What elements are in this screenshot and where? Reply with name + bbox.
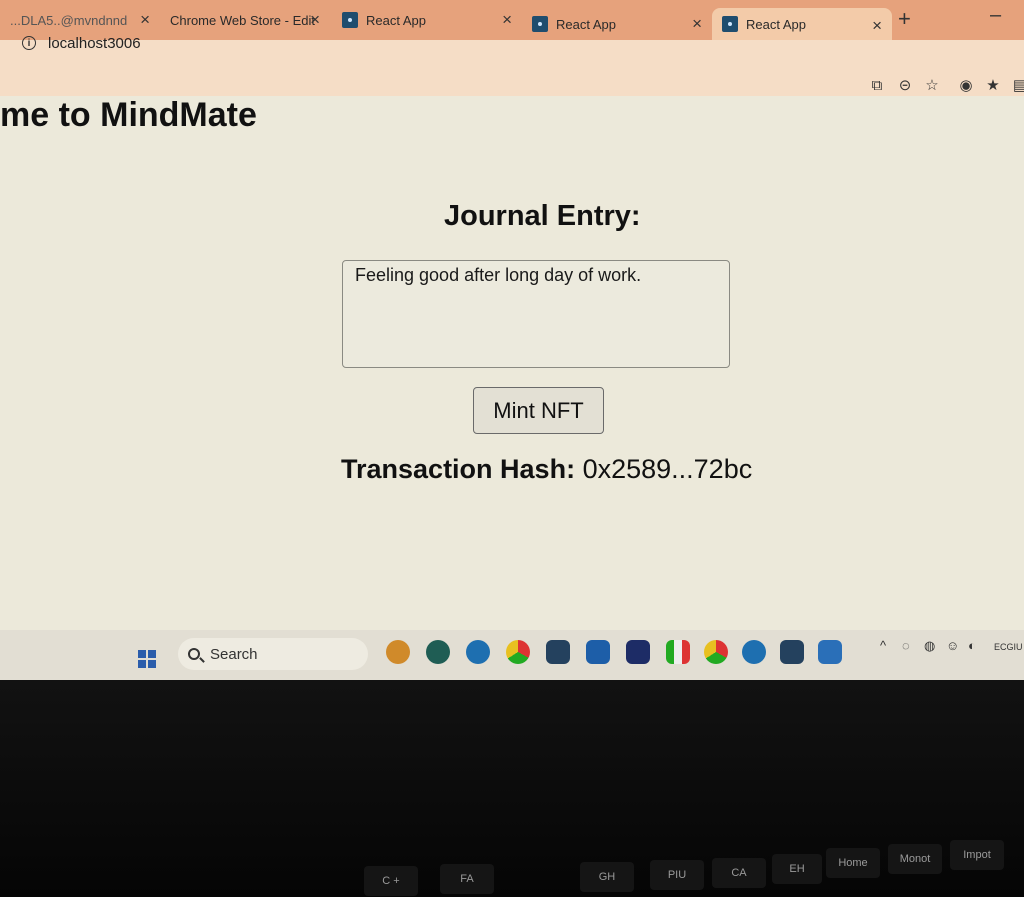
app-mail-icon[interactable] <box>586 640 610 664</box>
app-clock-icon[interactable] <box>426 640 450 664</box>
app-lotus-icon[interactable] <box>386 640 410 664</box>
transaction-hash-value: 0x2589...72bc <box>582 454 753 484</box>
app-compass-icon[interactable] <box>780 640 804 664</box>
key-5: FA <box>440 864 494 894</box>
tab-label: ...DLA5..@mvndnnd <box>10 12 128 28</box>
journal-entry-input[interactable]: Feeling good after long day of work. <box>342 260 730 368</box>
search-icon <box>188 648 200 660</box>
taskbar: Search ^ ◌ ◍ ☺ ◐ ECGIU <box>0 630 1024 680</box>
tab-close-icon[interactable]: × <box>692 14 702 34</box>
page-title: me to MindMate <box>0 96 257 134</box>
tab-label: React App <box>746 16 806 32</box>
key-1: Monot <box>888 844 942 874</box>
screen: ...DLA5..@mvndnnd × Chrome Web Store - E… <box>0 0 1024 680</box>
bookmark-star-icon[interactable]: ☆ <box>924 78 940 94</box>
tab-strip: ...DLA5..@mvndnnd × Chrome Web Store - E… <box>0 0 1024 40</box>
new-tab-button[interactable]: + <box>898 6 911 32</box>
tray-icon-4[interactable]: ◐ <box>968 638 976 653</box>
tray-icon-1[interactable]: ◌ <box>902 638 910 653</box>
key-4: GH <box>580 862 634 892</box>
minimize-button[interactable]: – <box>990 4 1001 27</box>
tab-close-icon[interactable]: × <box>140 10 150 30</box>
key-home: Home <box>826 848 880 878</box>
tab-2[interactable]: Chrome Web Store - Edit × <box>160 2 330 38</box>
sidebar-icon[interactable]: ▤ <box>1012 78 1024 94</box>
react-app-icon <box>342 12 358 28</box>
app-upload-icon[interactable] <box>466 640 490 664</box>
url-field[interactable]: localhost3006 <box>48 35 141 52</box>
chrome-icon[interactable] <box>506 640 530 664</box>
key-8: EH <box>772 854 822 884</box>
clock[interactable]: ECGIU <box>994 642 1023 652</box>
tray-icon-2[interactable]: ◍ <box>924 638 935 654</box>
tab-1[interactable]: ...DLA5..@mvndnnd × <box>0 2 160 38</box>
tab-label: Chrome Web Store - Edit <box>170 12 315 28</box>
help-icon[interactable] <box>742 640 766 664</box>
tray-icon-3[interactable]: ☺ <box>946 638 959 653</box>
key-6: PIU <box>650 860 704 890</box>
tab-close-icon[interactable]: × <box>502 10 512 30</box>
info-icon[interactable]: i <box>22 36 36 50</box>
tab-close-icon[interactable]: × <box>310 10 320 30</box>
journal-heading: Journal Entry: <box>444 200 641 232</box>
app-terminal-icon[interactable] <box>626 640 650 664</box>
key-7: CA <box>712 858 766 888</box>
favorites-icon[interactable]: ★ <box>985 78 1001 94</box>
tab-close-icon[interactable]: × <box>872 16 882 36</box>
key-2: Impot <box>950 840 1004 870</box>
laptop-keyboard: Home Monot Impot C + GH FA PIU CA EH <box>0 680 1024 897</box>
tab-label: React App <box>366 12 426 28</box>
mint-nft-button[interactable]: Mint NFT <box>473 387 604 434</box>
taskbar-search[interactable]: Search <box>178 638 368 670</box>
chrome-icon-2[interactable] <box>704 640 728 664</box>
profile-icon[interactable]: ◉ <box>958 78 974 94</box>
transaction-hash-label: Transaction Hash: <box>341 454 576 484</box>
react-app-icon <box>532 16 548 32</box>
app-flag-icon[interactable] <box>666 640 690 664</box>
app-chart-icon[interactable] <box>818 640 842 664</box>
tab-label: React App <box>556 16 616 32</box>
extension-icon[interactable]: ⊝ <box>897 78 913 94</box>
tab-5-active[interactable]: React App × <box>712 8 892 40</box>
tab-3[interactable]: React App × <box>332 2 522 38</box>
search-label: Search <box>210 645 258 663</box>
windows-start-icon[interactable] <box>138 650 156 668</box>
transaction-hash: Transaction Hash: 0x2589...72bc <box>341 454 752 485</box>
app-store-icon[interactable] <box>546 640 570 664</box>
react-app-icon <box>722 16 738 32</box>
cast-icon[interactable]: ⧉ <box>869 78 885 94</box>
key-3: C + <box>364 866 418 896</box>
tab-4[interactable]: React App × <box>522 6 712 42</box>
chevron-up-icon[interactable]: ^ <box>880 638 886 653</box>
